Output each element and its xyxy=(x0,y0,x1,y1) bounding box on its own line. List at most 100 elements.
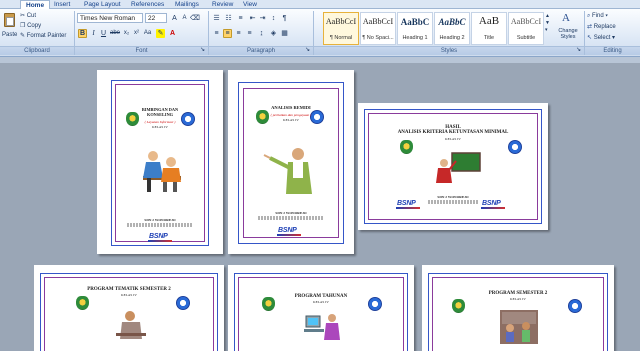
font-group-label: Font xyxy=(75,46,208,55)
increase-indent-icon[interactable]: ⇥ xyxy=(258,14,267,23)
style-preview: AaBbC xyxy=(438,17,466,27)
change-styles-button[interactable]: A Change Styles xyxy=(553,11,581,45)
style-name: ¶ Normal xyxy=(329,35,353,41)
style-title[interactable]: AaB Title xyxy=(471,12,507,45)
style-name: Title xyxy=(483,35,495,41)
office-button-edge[interactable] xyxy=(2,0,12,9)
decrease-indent-icon[interactable]: ⇤ xyxy=(248,14,257,23)
replace-icon: ⇄ xyxy=(587,24,593,30)
page-title: BIMBINGAN DAN KONSELING xyxy=(141,107,179,117)
bullets-icon[interactable]: ☰ xyxy=(212,14,221,23)
align-right-icon[interactable]: ≡ xyxy=(234,29,243,38)
tab-page-layout[interactable]: Page Layout xyxy=(79,0,126,9)
style-name: Heading 2 xyxy=(439,35,465,41)
superscript-button[interactable]: x² xyxy=(132,29,141,38)
page-title: PROGRAM TAHUNAN xyxy=(294,294,348,299)
highlight-button[interactable]: ✎ xyxy=(156,29,165,38)
page-thumbnail[interactable]: HASIL ANALISIS KRITERIA KETUNTASAN MINIMA… xyxy=(358,103,548,230)
address-text-placeholder xyxy=(127,223,193,227)
address-text-placeholder xyxy=(428,200,478,204)
subscript-button[interactable]: x₂ xyxy=(122,29,131,38)
format-painter-label: Format Painter xyxy=(26,33,67,39)
font-name-select[interactable]: Times New Roman xyxy=(77,13,143,23)
styles-dialog-launcher-icon[interactable]: ↘ xyxy=(576,46,581,54)
page-class-label: KELAS IV xyxy=(445,137,461,141)
tab-insert[interactable]: Insert xyxy=(49,0,75,9)
copy-icon: ❐ xyxy=(20,23,26,29)
replace-label: Replace xyxy=(593,24,616,30)
font-dialog-launcher-icon[interactable]: ↘ xyxy=(200,46,205,54)
document-canvas[interactable]: BIMBINGAN DAN KONSELING ( Layanan Informa… xyxy=(0,63,640,351)
font-size-select[interactable]: 22 xyxy=(145,13,167,23)
page-class-label: KELAS IV xyxy=(152,125,168,129)
style-subtitle[interactable]: AaBbCcI Subtitle xyxy=(508,12,544,45)
paste-label: Paste xyxy=(2,32,18,38)
tab-references[interactable]: References xyxy=(126,0,169,9)
cut-button[interactable]: ✂ Cut xyxy=(20,12,36,20)
change-case-button[interactable]: Aa xyxy=(143,29,152,38)
bsnp-swoosh xyxy=(277,234,301,236)
page-thumbnail[interactable]: PROGRAM TEMATIK SEMESTER 2 KELAS IV xyxy=(34,265,224,351)
replace-button[interactable]: ⇄ Replace xyxy=(587,23,616,31)
address-text-placeholder xyxy=(258,216,324,220)
regional-emblem-icon xyxy=(126,112,139,126)
tab-mailings[interactable]: Mailings xyxy=(170,0,204,9)
styles-scroll-icon[interactable]: ▲ ▼ ▾ xyxy=(545,13,550,34)
style-preview: AaBbCcI xyxy=(325,17,357,26)
show-marks-icon[interactable]: ¶ xyxy=(280,14,289,23)
page-thumbnail[interactable]: ANALISIS REMIDI ( perbaikan dan pengayaa… xyxy=(228,70,354,254)
shading-icon[interactable]: ◈ xyxy=(269,29,278,38)
style-normal[interactable]: AaBbCcI ¶ Normal xyxy=(323,12,359,45)
teacher-desk-clipart xyxy=(116,311,146,339)
style-no-spacing[interactable]: AaBbCcI ¶ No Spaci... xyxy=(360,12,396,45)
clear-formatting-icon[interactable]: ⌫ xyxy=(190,14,200,23)
select-button[interactable]: ↖ Select ▾ xyxy=(587,34,615,42)
font-color-button[interactable]: A xyxy=(168,29,177,38)
underline-button[interactable]: U xyxy=(99,29,108,38)
teacher-student-clipart xyxy=(143,151,181,192)
style-heading-1[interactable]: AaBbC Heading 1 xyxy=(397,12,433,45)
select-arrow-icon: ↖ xyxy=(587,35,593,41)
page-subtitle: ( perbaikan dan pengayaan ) xyxy=(270,113,312,117)
paragraph-dialog-launcher-icon[interactable]: ↘ xyxy=(305,46,310,54)
page-subtitle: ( Layanan Informasi ) xyxy=(144,120,176,124)
align-left-icon[interactable]: ≡ xyxy=(212,29,221,38)
regional-emblem-icon xyxy=(76,296,89,310)
sort-icon[interactable]: ↕ xyxy=(269,14,278,23)
multilevel-list-icon[interactable]: ≡ xyxy=(236,14,245,23)
italic-button[interactable]: I xyxy=(89,29,98,38)
page-thumbnail[interactable]: PROGRAM SEMESTER 2 KELAS IV xyxy=(422,265,614,351)
bold-button[interactable]: B xyxy=(78,29,87,38)
page-class-label: KELAS IV xyxy=(121,293,137,297)
bsnp-swoosh xyxy=(396,207,420,209)
align-center-icon[interactable]: ≡ xyxy=(223,29,232,38)
change-styles-label: Change Styles xyxy=(558,28,578,40)
style-heading-2[interactable]: AaBbC Heading 2 xyxy=(434,12,470,45)
school-logo-icon xyxy=(181,112,195,126)
paste-button[interactable]: Paste xyxy=(2,11,17,44)
school-logo-icon xyxy=(176,296,190,310)
page-thumbnail[interactable]: PROGRAM TAHUNAN KELAS IV xyxy=(228,265,414,351)
justify-icon[interactable]: ≡ xyxy=(245,29,254,38)
borders-icon[interactable]: ▦ xyxy=(280,29,289,38)
tab-review[interactable]: Review xyxy=(207,0,238,9)
grow-font-button[interactable]: A xyxy=(170,14,179,23)
page-thumbnail[interactable]: BIMBINGAN DAN KONSELING ( Layanan Informa… xyxy=(97,70,223,254)
numbering-icon[interactable]: ☷ xyxy=(224,14,233,23)
styles-group-label: Styles xyxy=(314,46,584,55)
page-class-label: KELAS IV xyxy=(510,297,526,301)
paste-sheet-icon xyxy=(6,17,14,26)
page-class-label: KELAS IV xyxy=(283,118,299,122)
strikethrough-button[interactable]: abe xyxy=(110,29,120,38)
tab-view[interactable]: View xyxy=(238,0,262,9)
style-name: ¶ No Spaci... xyxy=(362,35,394,41)
shrink-font-button[interactable]: A xyxy=(180,14,189,23)
style-preview: AaBbCcI xyxy=(510,17,542,26)
copy-button[interactable]: ❐ Copy xyxy=(20,22,41,30)
format-painter-button[interactable]: ✎ Format Painter xyxy=(20,32,66,40)
line-spacing-icon[interactable]: ↨ xyxy=(257,29,266,38)
find-button[interactable]: ⌕ Find ▾ xyxy=(587,12,608,20)
ribbon: Paste ✂ Cut ❐ Copy ✎ Format Painter Clip… xyxy=(0,9,640,57)
select-label: Select xyxy=(593,35,611,41)
bsnp-swoosh xyxy=(148,240,172,242)
